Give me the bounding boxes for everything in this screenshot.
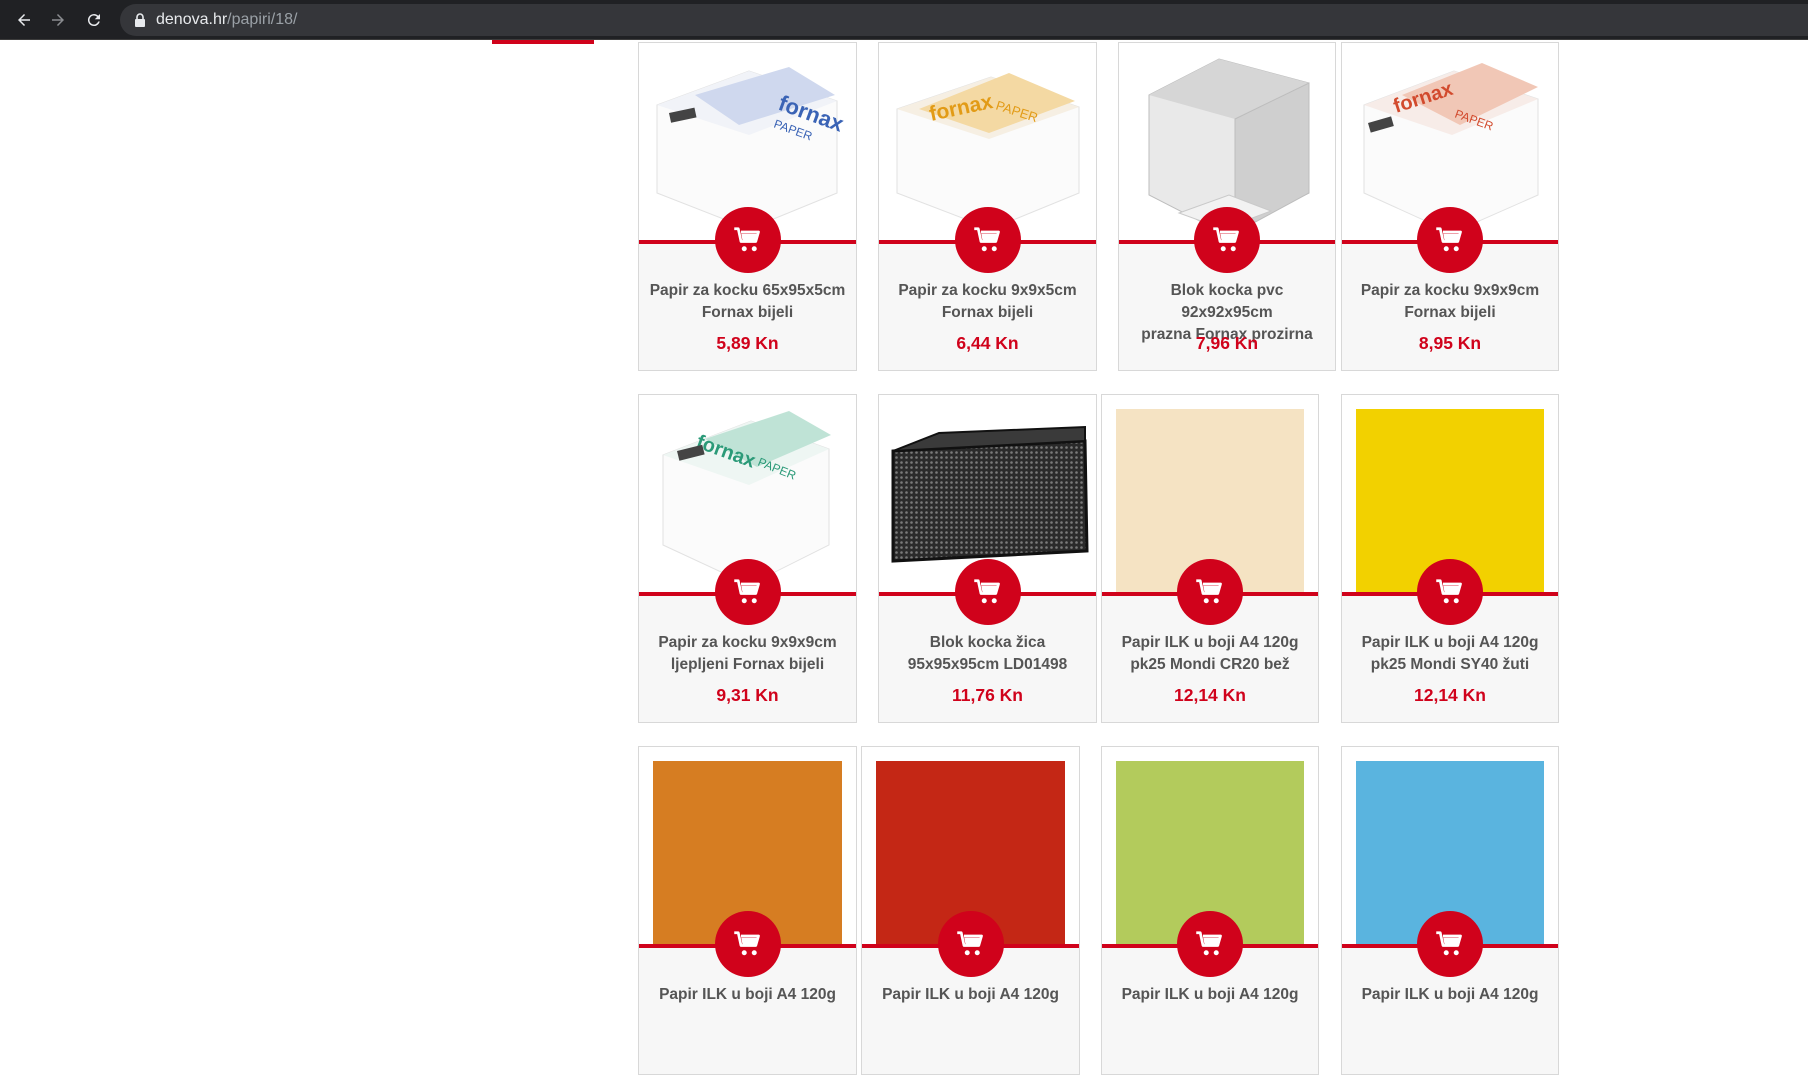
product-name[interactable]: Papir za kocku 9x9x9cm Fornax bijeli (1348, 280, 1552, 324)
product-name[interactable]: Papir ILK u boji A4 120g (1108, 984, 1312, 1006)
url-path: /papiri/18/ (227, 11, 298, 28)
product-card[interactable]: Blok kocka žica 95x95x95cm LD01498 11,76 … (878, 394, 1097, 723)
product-price: 5,89 Kn (716, 333, 779, 353)
menu-active-indicator (492, 40, 594, 44)
add-to-cart-button[interactable] (714, 911, 781, 977)
product-card[interactable]: fornax PAPER Papir za kocku 9x9x9cm Forna… (1341, 42, 1559, 371)
add-to-cart-button[interactable] (1177, 911, 1243, 977)
add-to-cart-button[interactable] (1194, 207, 1260, 273)
add-to-cart-button[interactable] (1417, 559, 1483, 625)
cart-icon (973, 227, 1000, 252)
add-to-cart-button[interactable] (954, 559, 1021, 625)
cart-icon (1196, 579, 1222, 604)
product-card[interactable]: Papir ILK u boji A4 120g (1341, 746, 1559, 1075)
product-name[interactable]: Papir ILK u boji A4 120g (868, 984, 1073, 1006)
add-to-cart-button[interactable] (954, 207, 1021, 273)
cart-icon (1436, 227, 1462, 252)
add-to-cart-button[interactable] (714, 559, 781, 625)
product-card[interactable]: Blok kocka pvc 92x92x95cm prazna Fornax p… (1118, 42, 1336, 371)
cart-icon (956, 931, 983, 956)
product-name[interactable]: Papir ILK u boji A4 120g (1348, 984, 1552, 1006)
product-name[interactable]: Papir za kocku 65x95x5cm Fornax bijeli (645, 280, 850, 324)
cart-icon (733, 579, 760, 604)
back-arrow-icon[interactable] (10, 6, 38, 34)
product-card[interactable]: fornax PAPER Papir za kocku 65x95x5cm For… (638, 42, 857, 371)
cart-icon (1213, 227, 1239, 252)
cart-icon (1196, 931, 1222, 956)
product-name[interactable]: Papir ILK u boji A4 120g (645, 984, 850, 1006)
forward-arrow-icon[interactable] (44, 6, 72, 34)
add-to-cart-button[interactable] (1417, 207, 1483, 273)
url-host: denova.hr (156, 11, 228, 28)
product-name[interactable]: Papir ILK u boji A4 120g pk25 Mondi SY40 … (1348, 632, 1552, 676)
add-to-cart-button[interactable] (937, 911, 1004, 977)
lock-icon (135, 13, 145, 27)
product-price: 12,14 Kn (1414, 685, 1486, 705)
product-name[interactable]: Papir za kocku 9x9x5cm Fornax bijeli (885, 280, 1090, 324)
product-price: 12,14 Kn (1174, 685, 1246, 705)
product-price: 7,96 Kn (1195, 333, 1259, 353)
add-to-cart-button[interactable] (1177, 559, 1243, 625)
product-card[interactable]: fornax PAPER Papir za kocku 9x9x9cm ljepl… (638, 394, 857, 723)
product-price: 11,76 Kn (951, 685, 1024, 705)
product-card[interactable]: Papir ILK u boji A4 120g (1101, 746, 1319, 1075)
product-name[interactable]: Blok kocka žica 95x95x95cm LD01498 (885, 632, 1090, 676)
product-price: 8,95 Kn (1418, 333, 1482, 353)
product-card[interactable]: fornax PAPER Papir za kocku 9x9x5cm Forna… (878, 42, 1097, 371)
browser-toolbar: denova.hr/papiri/18/ (0, 0, 1808, 40)
product-price: 9,31 Kn (716, 685, 779, 705)
cart-icon (1436, 579, 1462, 604)
add-to-cart-button[interactable] (714, 207, 781, 273)
product-card[interactable]: Papir ILK u boji A4 120g pk25 Mondi SY40 … (1341, 394, 1559, 723)
product-card[interactable]: Papir ILK u boji A4 120g (638, 746, 857, 1075)
reload-icon[interactable] (80, 6, 108, 34)
cart-icon (733, 931, 760, 956)
cart-icon (1436, 931, 1462, 956)
address-bar[interactable]: denova.hr/papiri/18/ (120, 4, 1808, 36)
product-name[interactable]: Papir za kocku 9x9x9cm ljepljeni Fornax b… (645, 632, 850, 676)
add-to-cart-button[interactable] (1417, 911, 1483, 977)
cart-icon (733, 227, 760, 252)
product-card[interactable]: Papir ILK u boji A4 120g pk25 Mondi CR20 … (1101, 394, 1319, 723)
product-name[interactable]: Papir ILK u boji A4 120g pk25 Mondi CR20 … (1108, 632, 1312, 676)
cart-icon (973, 579, 1000, 604)
product-card[interactable]: Papir ILK u boji A4 120g (861, 746, 1080, 1075)
product-price: 6,44 Kn (956, 333, 1019, 353)
